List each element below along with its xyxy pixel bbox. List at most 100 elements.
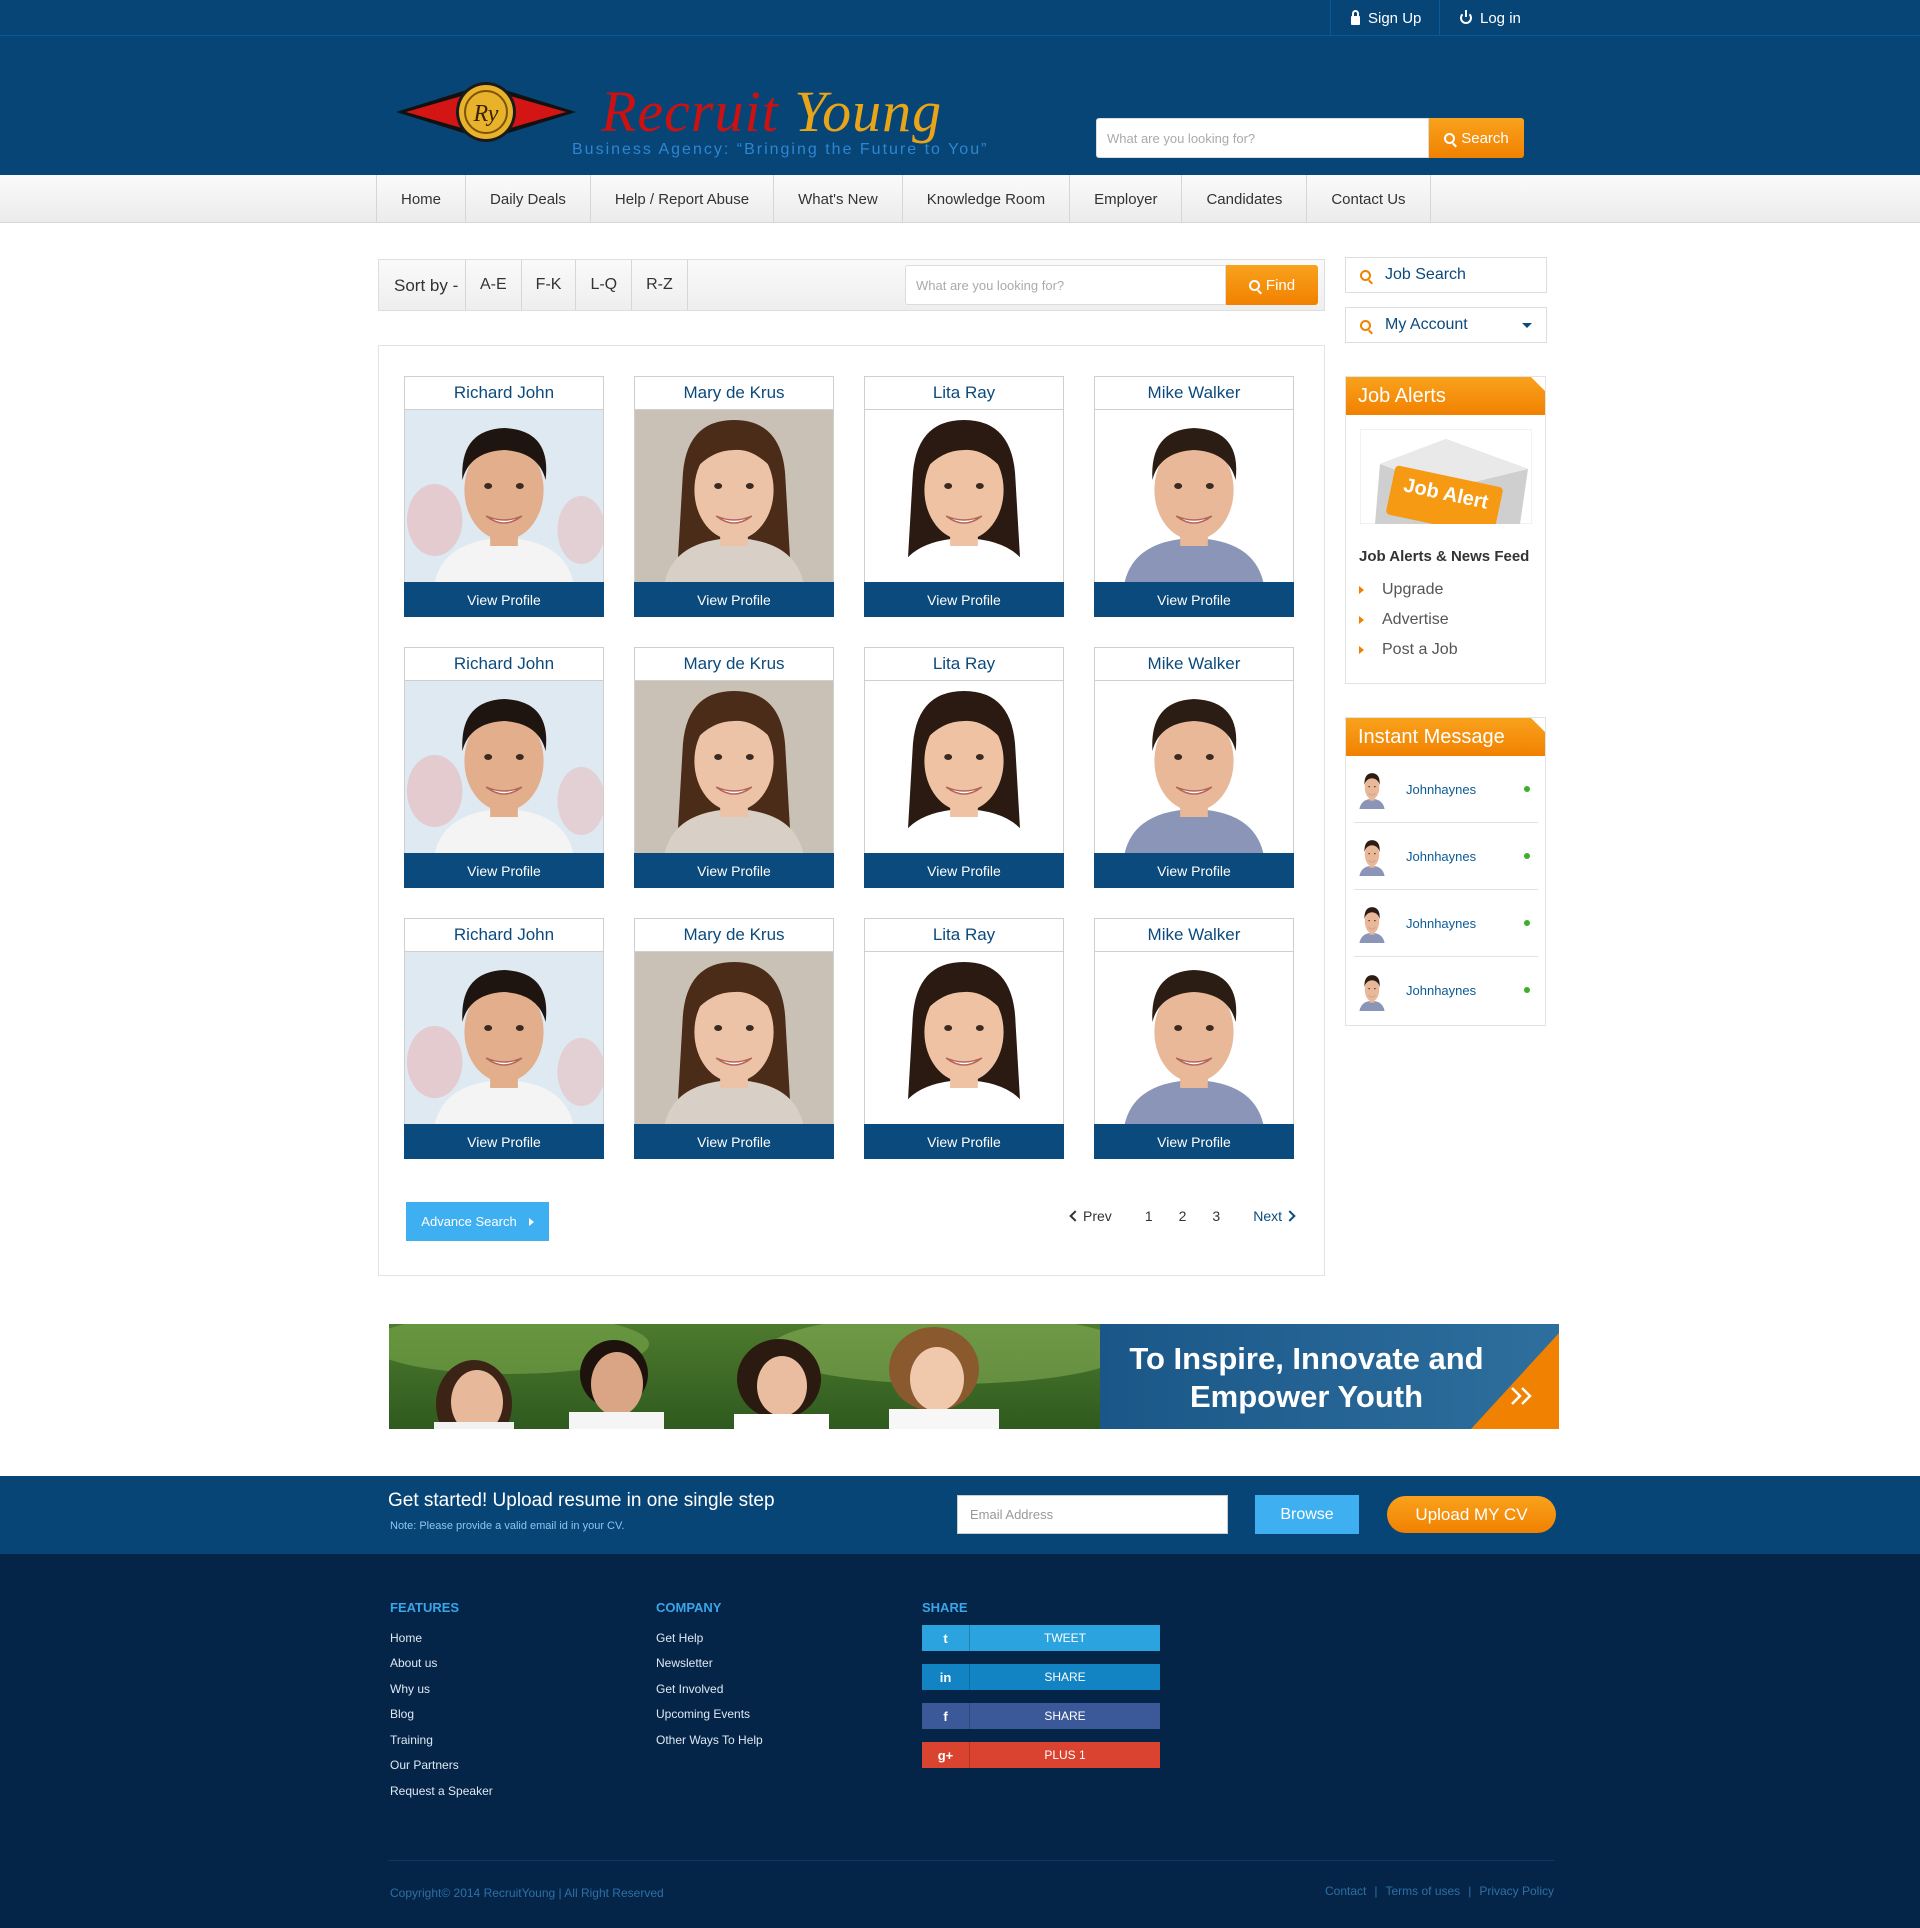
candidate-photo-frame[interactable] <box>1095 410 1293 582</box>
footer-company-link[interactable]: Upcoming Events <box>656 1702 763 1728</box>
candidate-name[interactable]: Mike Walker <box>1095 919 1293 952</box>
candidate-name[interactable]: Mary de Krus <box>635 377 833 410</box>
view-profile-button[interactable]: View Profile <box>1094 582 1294 617</box>
footer-features-link[interactable]: About us <box>390 1651 493 1677</box>
footer-features-link[interactable]: Why us <box>390 1676 493 1702</box>
advance-search-label: Advance Search <box>421 1214 517 1229</box>
candidate-name[interactable]: Lita Ray <box>865 377 1063 410</box>
candidate-photo-frame[interactable] <box>635 952 833 1124</box>
pagination-prev[interactable]: Prev <box>1069 1208 1112 1224</box>
candidate-photo-frame[interactable] <box>1095 681 1293 853</box>
footer-company-link[interactable]: Newsletter <box>656 1651 763 1677</box>
nav-daily-deals[interactable]: Daily Deals <box>466 175 591 223</box>
find-button[interactable]: Find <box>1226 265 1318 305</box>
view-profile-button[interactable]: View Profile <box>404 853 604 888</box>
nav-whats-new[interactable]: What's New <box>774 175 903 223</box>
view-profile-button[interactable]: View Profile <box>1094 853 1294 888</box>
nav-contact-us[interactable]: Contact Us <box>1307 175 1431 223</box>
candidate-name[interactable]: Mary de Krus <box>635 648 833 681</box>
site-logo[interactable]: Ry Recruit Young Business Agency: “Bring… <box>396 60 986 160</box>
im-user-row[interactable]: Johnhaynes <box>1354 957 1538 1024</box>
candidate-photo-frame[interactable] <box>635 410 833 582</box>
share-button[interactable]: g+ PLUS 1 <box>922 1742 1160 1768</box>
view-profile-button[interactable]: View Profile <box>1094 1124 1294 1159</box>
sort-f-k[interactable]: F-K <box>520 260 576 310</box>
nav-employer[interactable]: Employer <box>1070 175 1183 223</box>
job-search-link[interactable]: Job Search <box>1345 257 1547 293</box>
footer-company-link[interactable]: Get Involved <box>656 1676 763 1702</box>
link-advertise-label: Advertise <box>1382 611 1449 628</box>
share-button-label: PLUS 1 <box>1044 1748 1086 1762</box>
page-2[interactable]: 2 <box>1179 1208 1187 1224</box>
share-button[interactable]: in SHARE <box>922 1664 1160 1690</box>
my-account-dropdown[interactable]: My Account <box>1345 307 1547 343</box>
login-link[interactable]: Log in <box>1439 0 1541 36</box>
nav-candidates[interactable]: Candidates <box>1182 175 1308 223</box>
view-profile-button[interactable]: View Profile <box>634 582 834 617</box>
link-advertise[interactable]: Advertise <box>1359 605 1458 635</box>
browse-button[interactable]: Browse <box>1255 1495 1359 1534</box>
footer-features-link[interactable]: Training <box>390 1727 493 1753</box>
footer-link-privacy[interactable]: Privacy Policy <box>1479 1884 1554 1898</box>
candidate-photo-frame[interactable] <box>865 410 1063 582</box>
pagination-next[interactable]: Next <box>1253 1208 1296 1224</box>
sort-l-q[interactable]: L-Q <box>575 260 631 310</box>
footer-features-link[interactable]: Home <box>390 1625 493 1651</box>
share-button[interactable]: f SHARE <box>922 1703 1160 1729</box>
nav-knowledge-room[interactable]: Knowledge Room <box>903 175 1071 223</box>
footer-features-link[interactable]: Our Partners <box>390 1753 493 1779</box>
candidate-name[interactable]: Mike Walker <box>1095 377 1293 410</box>
candidate-photo-frame[interactable] <box>865 952 1063 1124</box>
nav-home[interactable]: Home <box>377 175 467 223</box>
candidate-name[interactable]: Richard John <box>405 919 603 952</box>
candidate-name[interactable]: Mary de Krus <box>635 919 833 952</box>
view-profile-button[interactable]: View Profile <box>634 853 834 888</box>
share-button[interactable]: t TWEET <box>922 1625 1160 1651</box>
footer-link-terms[interactable]: Terms of uses <box>1385 1884 1460 1898</box>
view-profile-button[interactable]: View Profile <box>864 1124 1064 1159</box>
candidate-photo <box>635 952 833 1124</box>
candidate-name[interactable]: Richard John <box>405 648 603 681</box>
candidate-photo-frame[interactable] <box>635 681 833 853</box>
banner-line-2: Empower Youth <box>1189 1379 1424 1414</box>
view-profile-button[interactable]: View Profile <box>864 853 1064 888</box>
page-3[interactable]: 3 <box>1212 1208 1220 1224</box>
candidate-photo-frame[interactable] <box>865 681 1063 853</box>
candidate-name[interactable]: Mike Walker <box>1095 648 1293 681</box>
view-profile-button[interactable]: View Profile <box>404 582 604 617</box>
advance-search-button[interactable]: Advance Search <box>406 1202 549 1241</box>
im-user-row[interactable]: Johnhaynes <box>1354 756 1538 823</box>
candidate-name[interactable]: Lita Ray <box>865 919 1063 952</box>
upload-cv-button[interactable]: Upload MY CV <box>1387 1496 1556 1533</box>
footer-features-link[interactable]: Request a Speaker <box>390 1778 493 1804</box>
nav-help-report-abuse[interactable]: Help / Report Abuse <box>591 175 775 223</box>
header-search-input[interactable] <box>1096 118 1429 158</box>
view-profile-button[interactable]: View Profile <box>404 1124 604 1159</box>
email-field[interactable] <box>957 1495 1228 1534</box>
candidate-photo-frame[interactable] <box>1095 952 1293 1124</box>
candidate-photo-frame[interactable] <box>405 952 603 1124</box>
footer-company-link[interactable]: Get Help <box>656 1625 763 1651</box>
link-upgrade[interactable]: Upgrade <box>1359 575 1458 605</box>
footer-link-contact[interactable]: Contact <box>1325 1884 1366 1898</box>
footer-company-link[interactable]: Other Ways To Help <box>656 1727 763 1753</box>
candidate-name[interactable]: Lita Ray <box>865 648 1063 681</box>
page-1[interactable]: 1 <box>1145 1208 1153 1224</box>
candidate-photo-frame[interactable] <box>405 681 603 853</box>
view-profile-button[interactable]: View Profile <box>634 1124 834 1159</box>
pagination: Prev 1 2 3 Next <box>1069 1208 1296 1224</box>
candidate-search-input[interactable] <box>905 265 1226 305</box>
link-post-a-job[interactable]: Post a Job <box>1359 635 1458 665</box>
im-user-row[interactable]: Johnhaynes <box>1354 890 1538 957</box>
candidate-name[interactable]: Richard John <box>405 377 603 410</box>
header-search-button[interactable]: Search <box>1429 118 1524 158</box>
view-profile-button[interactable]: View Profile <box>864 582 1064 617</box>
candidate-photo-frame[interactable] <box>405 410 603 582</box>
sort-r-z[interactable]: R-Z <box>631 260 688 310</box>
sort-a-e[interactable]: A-E <box>465 260 521 310</box>
main-nav: Home Daily Deals Help / Report Abuse Wha… <box>0 175 1920 223</box>
promo-banner[interactable]: To Inspire, Innovate and Empower Youth <box>389 1324 1559 1429</box>
footer-features-link[interactable]: Blog <box>390 1702 493 1728</box>
signup-link[interactable]: Sign Up <box>1330 0 1441 36</box>
im-user-row[interactable]: Johnhaynes <box>1354 823 1538 890</box>
